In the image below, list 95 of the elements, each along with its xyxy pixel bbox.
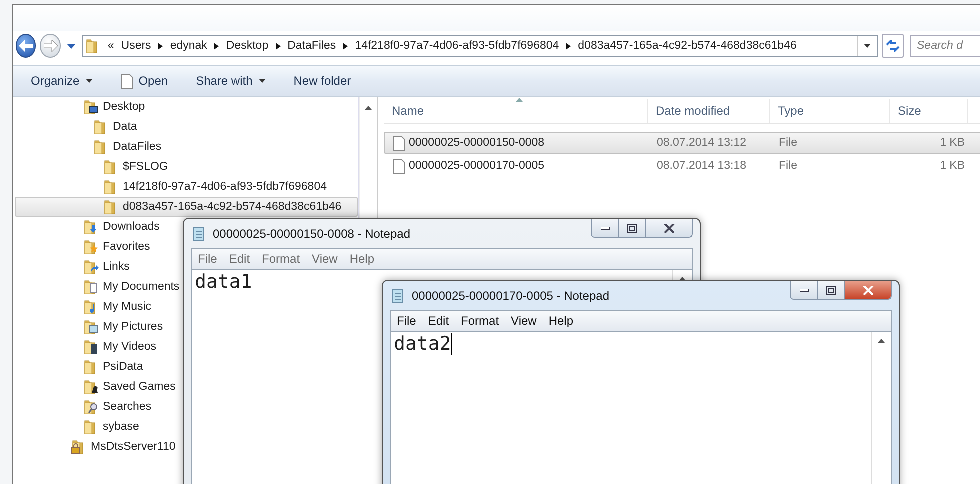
close-icon — [664, 224, 674, 232]
file-name: 00000025-00000170-0005 — [409, 160, 545, 172]
folder-tree-item[interactable]: d083a457-165a-4c92-b574-468d38c61b46 — [15, 197, 358, 217]
folder-tree-item[interactable]: My Pictures — [15, 317, 168, 337]
file-icon — [393, 158, 405, 174]
folder-tree-item[interactable]: Links — [15, 257, 135, 277]
up-arrow-icon — [878, 339, 885, 343]
folder-tree-item[interactable]: PsiData — [15, 357, 148, 377]
up-arrow-icon — [365, 106, 372, 110]
maximize-button[interactable] — [818, 281, 845, 299]
close-button[interactable] — [845, 281, 891, 299]
menu-item[interactable]: View — [505, 314, 543, 328]
chevron-icon — [566, 42, 572, 50]
date-cell-text: 08.07.2014 13:12 — [656, 137, 748, 149]
toolbar-button[interactable]: Share with — [186, 70, 276, 92]
folder-tree-item[interactable]: Saved Games — [15, 377, 181, 397]
breadcrumb[interactable]: Desktop — [226, 40, 269, 52]
type-cell-text: File — [778, 137, 799, 149]
minimize-icon — [600, 226, 610, 230]
menu-item[interactable]: Format — [455, 314, 506, 328]
back-button[interactable] — [16, 34, 36, 58]
caret-icon — [66, 44, 76, 48]
folder-tree-item[interactable]: Downloads — [15, 217, 165, 237]
window-title: 00000025-00000170-0005 - Notepad — [412, 288, 610, 302]
maximize-icon — [627, 224, 637, 232]
maximize-icon — [826, 286, 836, 294]
breadcrumb[interactable]: DataFiles — [288, 40, 336, 52]
notepad-icon — [390, 288, 406, 304]
date-cell-text: 08.07.2014 13:18 — [656, 160, 748, 172]
folder-tree-item[interactable]: My Videos — [15, 337, 162, 357]
folder-tree-item[interactable]: Favorites — [15, 237, 156, 257]
document-text: data2 — [394, 333, 452, 355]
close-icon — [862, 286, 874, 294]
link-folder-icon — [83, 259, 99, 275]
breadcrumb[interactable]: edynak — [170, 40, 208, 52]
folder-tree-item[interactable]: My Music — [15, 297, 157, 317]
folder-tree-item[interactable]: MsDtsServer110 — [15, 437, 181, 457]
caret-icon — [258, 79, 266, 83]
forward-arrow-icon — [44, 40, 58, 52]
document-folder-icon — [83, 279, 99, 295]
star-folder-icon — [83, 239, 99, 255]
notepad-window[interactable]: 00000025-00000170-0005 - Notepad File Edit Format View Help data2 — [382, 280, 900, 484]
back-arrow-icon — [19, 40, 34, 52]
toolbar-button[interactable]: Organize — [21, 70, 103, 92]
picture-folder-icon — [83, 319, 99, 335]
toolbar-button[interactable]: New folder — [284, 70, 362, 92]
search-field[interactable]: Search d — [910, 35, 980, 57]
file-row[interactable]: 00000025-00000150-0008 08.07.2014 13:12 File 1 KB — [384, 132, 980, 154]
minimize-button[interactable] — [791, 281, 818, 299]
toolbar-button[interactable]: Open — [110, 70, 178, 92]
caret-icon — [86, 79, 93, 83]
breadcrumb[interactable]: 14f218f0-97a7-4d06-af93-5fdb7f696804 — [355, 40, 560, 52]
refresh-icon — [886, 40, 900, 52]
chess-folder-icon — [83, 379, 99, 395]
caret-icon — [864, 44, 871, 48]
overflow-mark[interactable]: « — [108, 40, 114, 52]
menu-item[interactable]: File — [391, 314, 422, 328]
download-folder-icon — [83, 219, 99, 235]
breadcrumb[interactable]: Users — [121, 40, 152, 52]
window-title: 00000025-00000150-0008 - Notepad — [213, 226, 411, 240]
size-cell-text: 1 KB — [939, 137, 966, 149]
folder-tree-item[interactable]: 14f218f0-97a7-4d06-af93-5fdb7f696804 — [15, 177, 332, 197]
chevron-icon — [276, 42, 281, 50]
refresh-button[interactable] — [882, 34, 904, 58]
column-header[interactable]: Type — [770, 99, 890, 123]
file-row[interactable]: 00000025-00000170-0005 08.07.2014 13:18 File 1 KB — [384, 155, 980, 177]
folder-tree-item[interactable]: Data — [15, 117, 142, 137]
folder-tree-item[interactable]: sybase — [15, 417, 144, 437]
document-text: data1 — [195, 271, 252, 293]
menu-item[interactable]: Help — [542, 314, 580, 328]
column-header[interactable]: Name — [384, 99, 648, 123]
folder-tree-item[interactable]: DataFiles — [15, 137, 167, 157]
chevron-icon — [343, 42, 348, 50]
address-bar[interactable]: « Users edynak Desktop DataFiles 14f218f0-97a7-4d06-af93-5fdb7f696804 d083a457-165a-4c92-b574-468d38c61b46 — [82, 35, 878, 57]
file-name: 00000025-00000150-0008 — [409, 137, 545, 149]
sort-arrow-icon — [516, 98, 522, 102]
recent-pages-button[interactable] — [64, 44, 78, 48]
breadcrumb[interactable]: d083a457-165a-4c92-b574-468d38c61b46 — [578, 40, 797, 52]
desktop-folder-icon — [83, 99, 99, 115]
notepad-icon — [191, 226, 207, 242]
folder-tree-item[interactable]: Desktop — [15, 97, 150, 117]
chevron-icon — [158, 42, 164, 50]
menu-item[interactable]: Edit — [422, 314, 456, 328]
type-cell-text: File — [778, 160, 799, 172]
size-cell-text: 1 KB — [939, 160, 966, 172]
file-icon — [393, 136, 405, 150]
magnifier-folder-icon — [83, 399, 99, 415]
folder-tree-item[interactable]: My Documents — [15, 277, 185, 297]
chevron-icon — [214, 42, 220, 50]
column-header[interactable]: Date modified — [648, 99, 770, 123]
page-icon — [120, 74, 133, 88]
folder-tree-item[interactable]: $FSLOG — [15, 157, 174, 177]
folder-tree-item[interactable]: Searches — [15, 397, 157, 417]
column-header[interactable]: Size — [890, 99, 968, 123]
minimize-icon — [800, 288, 808, 292]
